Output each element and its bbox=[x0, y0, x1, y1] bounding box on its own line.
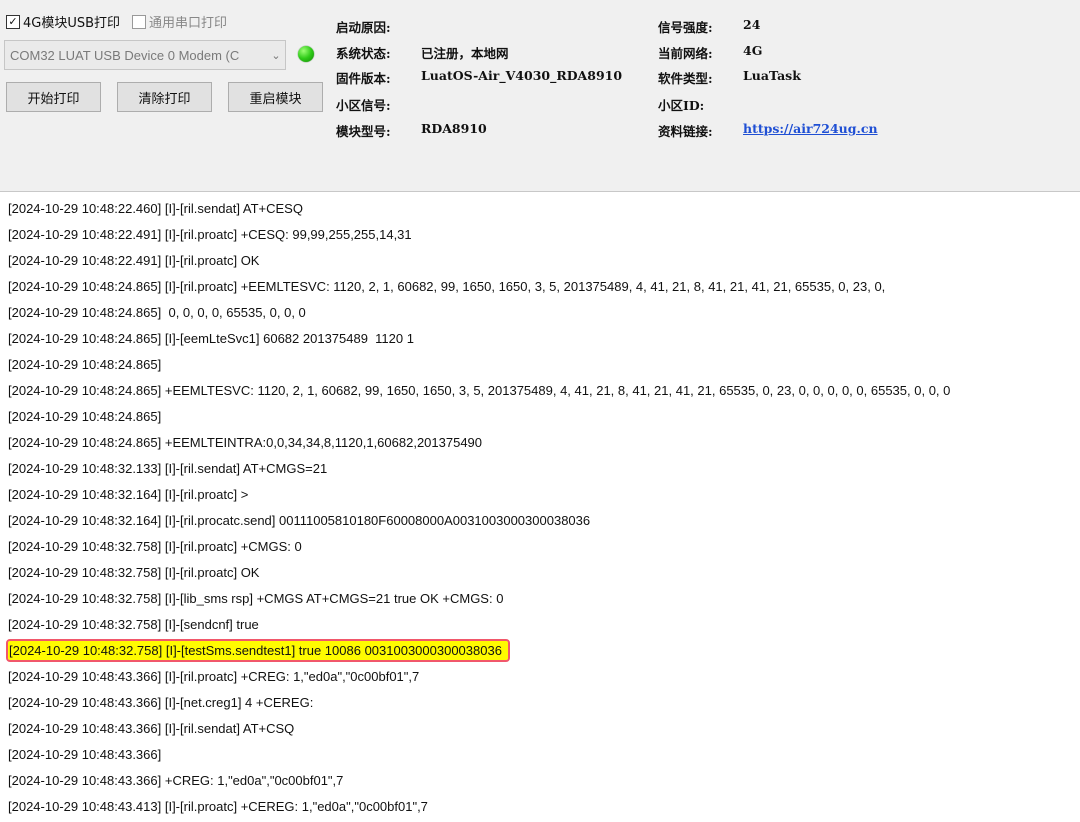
info-left-label: 小区信号: bbox=[336, 98, 391, 113]
log-line: [2024-10-29 10:48:32.758] [I]-[ril.proat… bbox=[0, 560, 1080, 586]
log-line: [2024-10-29 10:48:43.366] +CREG: 1,"ed0a… bbox=[0, 768, 1080, 794]
info-left-label: 启动原因: bbox=[336, 20, 391, 35]
log-text: [2024-10-29 10:48:22.491] [I]-[ril.proat… bbox=[8, 227, 412, 242]
info-right-row: 信号强度: 24 bbox=[658, 17, 760, 36]
restart-module-button[interactable]: 重启模块 bbox=[228, 82, 323, 112]
info-left-label: 模块型号: bbox=[336, 124, 391, 139]
log-text: [2024-10-29 10:48:43.366] bbox=[8, 747, 162, 762]
info-left-row: 模块型号: RDA8910 bbox=[336, 121, 487, 140]
serial-print-label: 通用串口打印 bbox=[149, 16, 228, 31]
log-text: [2024-10-29 10:48:32.758] [I]-[lib_sms r… bbox=[8, 591, 504, 606]
control-panel: ✓ 4G模块USB打印 通用串口打印 COM32 LUAT USB Device… bbox=[0, 0, 1080, 192]
log-text: [2024-10-29 10:48:22.491] [I]-[ril.proat… bbox=[8, 253, 260, 268]
log-text: [2024-10-29 10:48:43.366] [I]-[ril.senda… bbox=[8, 721, 295, 736]
info-left-row: 启动原因: bbox=[336, 17, 391, 36]
log-text: [2024-10-29 10:48:32.758] [I]-[ril.proat… bbox=[8, 565, 260, 580]
log-text: [2024-10-29 10:48:32.164] [I]-[ril.proca… bbox=[8, 513, 591, 528]
log-text: [2024-10-29 10:48:24.865] [I]-[eemLteSvc… bbox=[8, 331, 414, 346]
com-port-value: COM32 LUAT USB Device 0 Modem (C bbox=[10, 47, 240, 63]
log-line: [2024-10-29 10:48:32.133] [I]-[ril.senda… bbox=[0, 456, 1080, 482]
info-left-label: 固件版本: bbox=[336, 71, 391, 86]
info-right-label: 小区ID: bbox=[658, 98, 705, 113]
info-right-row: 资料链接: https://air724ug.cn bbox=[658, 121, 878, 140]
log-text: [2024-10-29 10:48:32.758] [I]-[ril.proat… bbox=[8, 539, 302, 554]
log-text: [2024-10-29 10:48:43.366] +CREG: 1,"ed0a… bbox=[8, 773, 344, 788]
info-right-label: 当前网络: bbox=[658, 46, 713, 61]
log-line: [2024-10-29 10:48:24.865] bbox=[0, 352, 1080, 378]
log-line: [2024-10-29 10:48:32.164] [I]-[ril.proca… bbox=[0, 508, 1080, 534]
info-left-value: 已注册，本地网 bbox=[421, 46, 509, 61]
log-text: [2024-10-29 10:48:24.865] bbox=[8, 357, 162, 372]
log-line: [2024-10-29 10:48:24.865] +EEMLTESVC: 11… bbox=[0, 378, 1080, 404]
info-right-value: 4G bbox=[743, 43, 763, 58]
docs-link[interactable]: https://air724ug.cn bbox=[743, 121, 878, 136]
info-left-row: 固件版本: LuatOS-Air_V4030_RDA8910 bbox=[336, 68, 622, 87]
log-text: [2024-10-29 10:48:24.865] [I]-[ril.proat… bbox=[8, 279, 886, 294]
usb-print-checkbox[interactable]: ✓ 4G模块USB打印 bbox=[6, 12, 120, 31]
com-port-select[interactable]: COM32 LUAT USB Device 0 Modem (C ⌄ bbox=[4, 40, 286, 70]
info-left-row: 系统状态: 已注册，本地网 bbox=[336, 43, 509, 62]
log-line: [2024-10-29 10:48:22.491] [I]-[ril.proat… bbox=[0, 222, 1080, 248]
log-text: [2024-10-29 10:48:32.758] [I]-[sendcnf] … bbox=[8, 617, 259, 632]
chevron-down-icon[interactable]: ⌄ bbox=[267, 49, 285, 62]
info-right-label: 信号强度: bbox=[658, 20, 713, 35]
log-text: [2024-10-29 10:48:24.865] 0, 0, 0, 0, 65… bbox=[8, 305, 306, 320]
info-left-value: LuatOS-Air_V4030_RDA8910 bbox=[421, 68, 623, 83]
highlighted-log-line: [2024-10-29 10:48:32.758] [I]-[testSms.s… bbox=[0, 638, 1080, 664]
log-line: [2024-10-29 10:48:43.413] [I]-[ril.proat… bbox=[0, 794, 1080, 820]
info-right-row: 软件类型: LuaTask bbox=[658, 68, 801, 87]
log-line: [2024-10-29 10:48:24.865] bbox=[0, 404, 1080, 430]
log-text: [2024-10-29 10:48:24.865] bbox=[8, 409, 162, 424]
info-left-label: 系统状态: bbox=[336, 46, 391, 61]
log-line: [2024-10-29 10:48:32.758] [I]-[lib_sms r… bbox=[0, 586, 1080, 612]
log-line: [2024-10-29 10:48:24.865] +EEMLTEINTRA:0… bbox=[0, 430, 1080, 456]
log-line: [2024-10-29 10:48:24.865] 0, 0, 0, 0, 65… bbox=[0, 300, 1080, 326]
info-left-row: 小区信号: bbox=[336, 95, 391, 114]
info-right-row: 小区ID: bbox=[658, 95, 704, 114]
serial-print-checkbox[interactable]: 通用串口打印 bbox=[132, 12, 227, 31]
checkbox-checked-icon[interactable]: ✓ bbox=[6, 14, 20, 29]
log-line: [2024-10-29 10:48:43.366] [I]-[net.creg1… bbox=[0, 690, 1080, 716]
info-right-value: 24 bbox=[743, 17, 761, 32]
log-line: [2024-10-29 10:48:24.865] [I]-[eemLteSvc… bbox=[0, 326, 1080, 352]
log-output[interactable]: [2024-10-29 10:48:22.460] [I]-[ril.senda… bbox=[0, 196, 1080, 820]
log-text: [2024-10-29 10:48:43.366] [I]-[net.creg1… bbox=[8, 695, 314, 710]
print-mode-options: ✓ 4G模块USB打印 通用串口打印 bbox=[6, 12, 227, 31]
log-line: [2024-10-29 10:48:32.758] [I]-[sendcnf] … bbox=[0, 612, 1080, 638]
log-text: [2024-10-29 10:48:32.164] [I]-[ril.proat… bbox=[8, 487, 249, 502]
checkbox-unchecked-icon[interactable] bbox=[132, 14, 147, 29]
log-line: [2024-10-29 10:48:22.491] [I]-[ril.proat… bbox=[0, 248, 1080, 274]
start-print-button[interactable]: 开始打印 bbox=[6, 82, 101, 112]
info-right-label: 资料链接: bbox=[658, 124, 713, 139]
info-right-label: 软件类型: bbox=[658, 71, 713, 86]
log-line: [2024-10-29 10:48:24.865] [I]-[ril.proat… bbox=[0, 274, 1080, 300]
info-left-value: RDA8910 bbox=[421, 121, 487, 136]
log-text: [2024-10-29 10:48:24.865] +EEMLTESVC: 11… bbox=[8, 383, 951, 398]
log-text: [2024-10-29 10:48:43.413] [I]-[ril.proat… bbox=[8, 799, 428, 814]
log-line: [2024-10-29 10:48:43.366] bbox=[0, 742, 1080, 768]
log-line: [2024-10-29 10:48:22.460] [I]-[ril.senda… bbox=[0, 196, 1080, 222]
log-text: [2024-10-29 10:48:43.366] [I]-[ril.proat… bbox=[8, 669, 420, 684]
log-line: [2024-10-29 10:48:43.366] [I]-[ril.senda… bbox=[0, 716, 1080, 742]
log-text: [2024-10-29 10:48:24.865] +EEMLTEINTRA:0… bbox=[8, 435, 483, 450]
info-right-row: 当前网络: 4G bbox=[658, 43, 762, 62]
clear-print-button[interactable]: 清除打印 bbox=[117, 82, 212, 112]
connection-status-led bbox=[298, 46, 314, 62]
log-text: [2024-10-29 10:48:22.460] [I]-[ril.senda… bbox=[8, 201, 303, 216]
log-line: [2024-10-29 10:48:32.758] [I]-[ril.proat… bbox=[0, 534, 1080, 560]
log-text: [2024-10-29 10:48:32.758] [I]-[testSms.s… bbox=[6, 639, 510, 662]
info-right-value: LuaTask bbox=[743, 68, 801, 83]
log-line: [2024-10-29 10:48:43.366] [I]-[ril.proat… bbox=[0, 664, 1080, 690]
log-text: [2024-10-29 10:48:32.133] [I]-[ril.senda… bbox=[8, 461, 328, 476]
log-line: [2024-10-29 10:48:32.164] [I]-[ril.proat… bbox=[0, 482, 1080, 508]
usb-print-label: 4G模块USB打印 bbox=[23, 16, 121, 31]
